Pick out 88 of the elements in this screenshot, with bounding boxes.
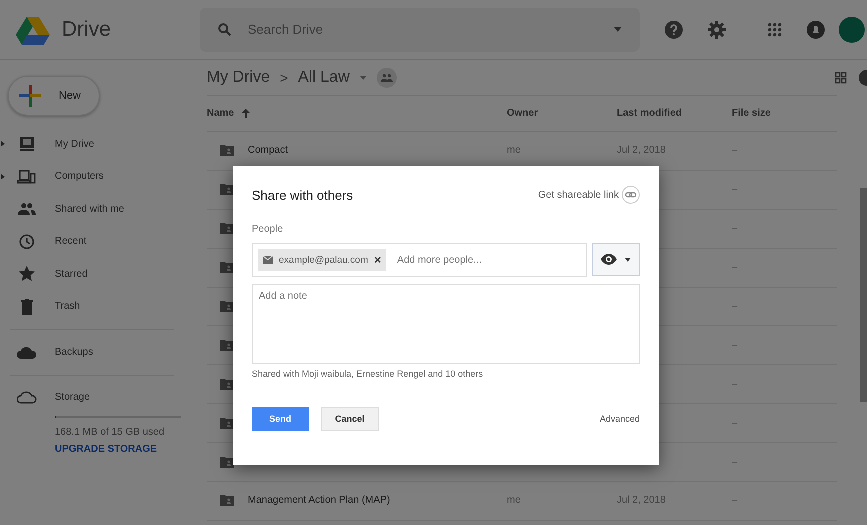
- plus-icon: [19, 85, 41, 107]
- recipient-chip[interactable]: example@palau.com ×: [258, 249, 386, 271]
- column-header[interactable]: Name: [207, 108, 234, 119]
- size-cell-text: –: [732, 378, 739, 390]
- shared-folder-icon: [220, 418, 234, 429]
- new-button[interactable]: New: [8, 76, 100, 116]
- cloud-icon: [17, 346, 37, 359]
- size-cell-text: –: [732, 223, 739, 234]
- sidebar-item[interactable]: Shared with me: [55, 204, 124, 215]
- sidebar-item[interactable]: My Drive: [55, 138, 94, 150]
- breadcrumb-item[interactable]: All Law: [298, 68, 350, 86]
- drive-icon: [17, 136, 37, 152]
- shared-folder-icon: [220, 378, 234, 390]
- eye-icon: [601, 254, 617, 265]
- people-icon: [17, 203, 37, 216]
- info-icon[interactable]: [857, 68, 867, 86]
- column-header[interactable]: Owner: [507, 108, 617, 119]
- sidebar-item[interactable]: Backups: [55, 346, 94, 358]
- sidebar-item[interactable]: Trash: [55, 301, 80, 312]
- cloud-icon: [17, 391, 37, 404]
- shared-with-text: Shared with Moji waibula, Ernestine Rengel and 10 others: [252, 369, 484, 379]
- size-cell-text: –: [732, 340, 739, 351]
- file-name[interactable]: Compact: [248, 145, 288, 156]
- sidebar-item[interactable]: Computers: [55, 171, 104, 182]
- recipient-email: example@palau.com: [279, 254, 368, 266]
- shared-folder-icon: [220, 223, 234, 234]
- size-cell-text: –: [732, 184, 739, 196]
- expand-arrow-icon[interactable]: [1, 141, 5, 148]
- storage-usage: 168.1 MB of 15 GB used: [55, 427, 166, 438]
- sidebar-item[interactable]: Starred: [55, 268, 88, 280]
- clock-icon: [17, 234, 37, 250]
- account-avatar[interactable]: [839, 16, 865, 42]
- size-cell-text: –: [732, 495, 739, 506]
- expand-arrow-icon[interactable]: [1, 174, 5, 180]
- shared-folder-icon: [220, 301, 234, 312]
- note-field[interactable]: Add a note: [252, 284, 640, 364]
- link-icon[interactable]: [622, 186, 640, 204]
- size-cell-text: –: [732, 418, 739, 429]
- remove-icon[interactable]: ×: [374, 253, 382, 267]
- send-button[interactable]: Send: [252, 407, 309, 431]
- people-field[interactable]: example@palau.com × Add more people...: [252, 243, 587, 277]
- size-cell-text: –: [732, 456, 739, 468]
- upgrade-storage-link[interactable]: UPGRADE STORAGE: [55, 444, 190, 455]
- shareable-link[interactable]: Get shareable link: [538, 190, 619, 200]
- shared-folder-icon: [220, 495, 234, 506]
- file-name[interactable]: Management Action Plan (MAP): [248, 495, 390, 506]
- search-field[interactable]: Search Drive: [246, 21, 600, 38]
- size-cell-text: –: [732, 301, 739, 312]
- cancel-button[interactable]: Cancel: [321, 407, 379, 431]
- app-name: Drive: [62, 18, 112, 42]
- permission-dropdown[interactable]: [592, 243, 640, 276]
- breadcrumb-separator: >: [280, 70, 288, 86]
- column-header[interactable]: File size: [732, 108, 837, 119]
- sidebar-item[interactable]: Recent: [55, 236, 87, 248]
- mail-icon: [263, 256, 273, 264]
- dropdown-icon[interactable]: [614, 27, 622, 32]
- help-icon[interactable]: [665, 20, 683, 38]
- size-cell-text: –: [732, 262, 739, 274]
- star-icon: [17, 266, 37, 282]
- breadcrumb-item[interactable]: My Drive: [207, 68, 270, 86]
- people-label: People: [252, 224, 284, 235]
- caret-icon: [625, 258, 631, 262]
- computer-icon: [17, 170, 37, 184]
- dropdown-icon[interactable]: [360, 76, 367, 80]
- settings-icon[interactable]: [708, 20, 726, 38]
- grid-view-icon[interactable]: [835, 72, 847, 84]
- shared-people-icon: [376, 68, 397, 88]
- search-bar[interactable]: Search Drive: [200, 8, 640, 52]
- modified-cell-text: Jul 2, 2018: [617, 495, 667, 506]
- owner-cell-text: me: [507, 145, 522, 156]
- shared-folder-icon: [220, 456, 234, 468]
- scrollbar[interactable]: [860, 188, 867, 402]
- shared-folder-icon: [220, 184, 234, 196]
- size-cell-text: –: [732, 145, 739, 156]
- advanced-link[interactable]: Advanced: [600, 414, 640, 424]
- apps-grid-icon[interactable]: [768, 22, 782, 36]
- notifications-icon[interactable]: [807, 20, 825, 38]
- shared-folder-icon: [220, 340, 234, 351]
- column-header[interactable]: Last modified: [617, 108, 732, 119]
- dialog-title: Share with others: [252, 188, 354, 202]
- search-icon: [218, 22, 232, 36]
- drive-logo-icon: [16, 14, 50, 44]
- sort-up-arrow-icon[interactable]: [242, 109, 250, 118]
- owner-cell-text: me: [507, 495, 522, 506]
- modified-cell-text: Jul 2, 2018: [617, 145, 667, 156]
- shared-folder-icon: [220, 262, 234, 274]
- shared-folder-icon: [220, 145, 234, 156]
- sidebar-item[interactable]: Storage: [55, 392, 90, 404]
